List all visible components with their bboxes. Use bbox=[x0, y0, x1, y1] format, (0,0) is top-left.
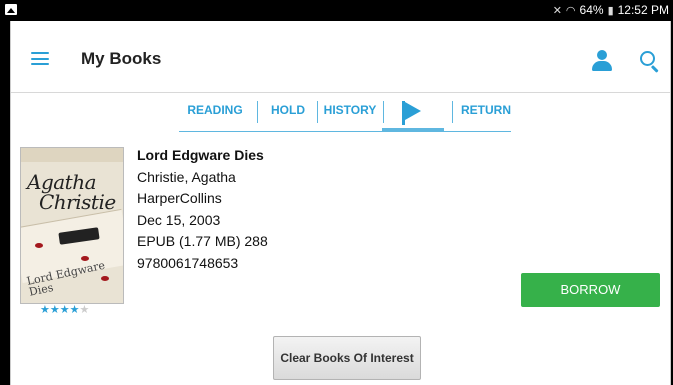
battery-icon: ▮ bbox=[607, 4, 614, 17]
star-filled-icon: ★ bbox=[40, 304, 50, 316]
mute-icon: ✕ bbox=[552, 4, 562, 17]
clock: 12:52 PM bbox=[617, 3, 669, 17]
cover-author-line2: Christie bbox=[39, 190, 116, 214]
cover-header bbox=[21, 148, 123, 162]
book-details: Lord Edgware Dies Christie, Agatha Harpe… bbox=[137, 145, 268, 274]
status-bar: ✕ ◠ 64% ▮ 12:52 PM bbox=[0, 0, 673, 21]
book-format: EPUB (1.77 MB) 288 bbox=[137, 233, 268, 249]
menu-icon[interactable] bbox=[31, 52, 49, 65]
gallery-icon bbox=[5, 4, 17, 15]
book-isbn: 9780061748653 bbox=[137, 254, 239, 271]
tab-return[interactable]: RETURN bbox=[459, 99, 513, 131]
page-title: My Books bbox=[81, 49, 162, 68]
clear-books-button[interactable]: Clear Books Of Interest bbox=[273, 336, 421, 380]
tab-history[interactable]: HISTORY bbox=[321, 99, 379, 131]
search-icon[interactable] bbox=[640, 51, 662, 73]
star-filled-icon: ★ bbox=[69, 304, 80, 316]
book-author: Christie, Agatha bbox=[137, 168, 236, 185]
user-icon[interactable] bbox=[591, 50, 613, 72]
tab-reading[interactable]: READING bbox=[179, 99, 251, 131]
book-publisher: HarperCollins bbox=[137, 190, 222, 206]
tab-divider bbox=[257, 101, 258, 123]
tab-hold[interactable]: HOLD bbox=[263, 99, 313, 131]
star-empty-icon: ★ bbox=[79, 304, 90, 316]
tab-bar: READING HOLD HISTORY RETURN bbox=[179, 99, 511, 132]
app-window: My Books READING HOLD HISTORY RETURN Aga… bbox=[10, 21, 671, 385]
tab-divider bbox=[317, 101, 318, 123]
wifi-icon: ◠ bbox=[565, 4, 576, 17]
star-rating[interactable]: ★ ★ ★ ★ ★ bbox=[40, 303, 89, 317]
active-tab-indicator bbox=[382, 128, 444, 132]
borrow-button[interactable]: BORROW bbox=[521, 273, 660, 307]
book-date: Dec 15, 2003 bbox=[137, 211, 221, 228]
toolbar: My Books bbox=[11, 21, 670, 93]
flag-icon[interactable] bbox=[402, 101, 422, 125]
star-filled-icon: ★ bbox=[59, 304, 70, 316]
star-filled-icon: ★ bbox=[49, 304, 60, 316]
book-title[interactable]: Lord Edgware Dies bbox=[137, 145, 268, 167]
cover-blood-drop bbox=[81, 256, 89, 261]
tab-divider bbox=[452, 101, 453, 123]
tab-divider bbox=[383, 101, 384, 123]
cover-blood-drop bbox=[35, 243, 43, 248]
battery-percent: 64% bbox=[579, 3, 604, 17]
book-cover[interactable]: Agatha Christie Lord Edgware Dies bbox=[20, 147, 124, 304]
